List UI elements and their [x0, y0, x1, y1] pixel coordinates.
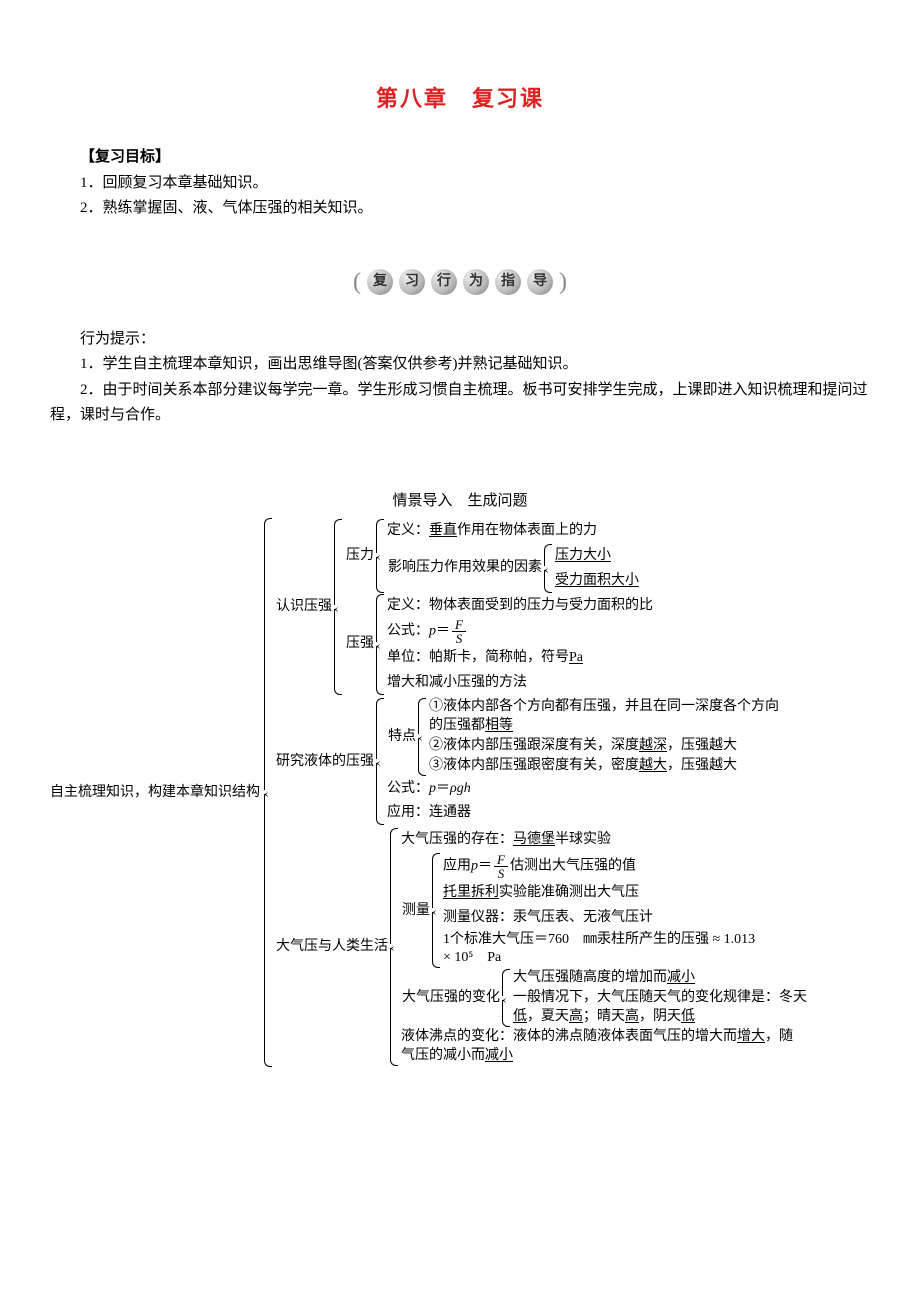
mindmap-root: 自主梳理知识，构建本章知识结构 [50, 781, 264, 805]
t: 应用 [443, 859, 471, 874]
tip-1: 1．学生自主梳理本章知识，画出思维导图(答案仅供参考)并熟记基础知识。 [50, 352, 870, 378]
bracket-icon [544, 544, 552, 593]
bracket-icon [334, 519, 342, 695]
blank-torricelli: 托里拆利 [443, 885, 499, 900]
blank-area-size: 受力面积大小 [554, 569, 640, 593]
review-goals-label: 【复习目标】 [50, 145, 870, 171]
blank-pa: Pa [569, 650, 583, 665]
t: 大气压强随高度的增加而 [513, 970, 667, 985]
bead-5: 指 [495, 269, 521, 295]
blank-decrease: 减小 [667, 970, 695, 985]
node-features: 特点 [386, 725, 418, 749]
blank-equal: 相等 [485, 718, 513, 733]
bead-1: 复 [367, 269, 393, 295]
bead-3: 行 [431, 269, 457, 295]
paren-left-icon: ( [353, 262, 361, 303]
node-factors: 影响压力作用效果的因素 [386, 556, 544, 580]
leaf-meas-4: 1个标准大气压＝760 ㎜汞柱所产生的压强 ≈ 1.013 × 10⁵ Pa [442, 931, 764, 969]
bracket-icon [390, 828, 398, 1066]
bracket-icon [432, 853, 440, 968]
goal-2: 2．熟练掌握固、液、气体压强的相关知识。 [50, 196, 870, 222]
bracket-icon [376, 519, 384, 592]
t: ，压强越大 [667, 758, 737, 773]
t: ；晴天 [583, 1009, 625, 1024]
blank-decrease2: 减小 [485, 1048, 513, 1063]
t: ，阴天 [639, 1009, 681, 1024]
leaf-yali-def: 定义：垂直作用在物体表面上的力 [386, 519, 640, 543]
leaf-pq-methods: 增大和减小压强的方法 [386, 671, 654, 695]
node-atm: 大气压与人类生活 [274, 935, 390, 959]
leaf-atm-exist: 大气压强的存在：马德堡半球实验 [400, 828, 814, 852]
leaf-meas-2: 托里拆利实验能准确测出大气压 [442, 881, 764, 905]
t: 估测出大气压强的值 [510, 859, 636, 874]
node-yali: 压力 [344, 544, 376, 568]
t: 一般情况下，大气压随天气的变化规律是：冬天 [513, 990, 807, 1005]
blank-sunny-high: 高 [625, 1009, 639, 1024]
bead-6: 导 [527, 269, 553, 295]
review-goals-label-text: 【复习目标】 [80, 149, 170, 165]
t: 公式： [387, 624, 429, 639]
t: 半球实验 [555, 832, 611, 847]
blank-winter-low: 低 [513, 1009, 527, 1024]
mindmap: 自主梳理知识，构建本章知识结构 认识压强 压力 定义：垂直作用在物体表面上的力 … [50, 518, 870, 1067]
leaf-pq-formula: 公式：p＝FS [386, 618, 654, 645]
leaf-meas-3: 测量仪器：汞气压表、无液气压计 [442, 906, 764, 930]
goal-1: 1．回顾复习本章基础知识。 [50, 171, 870, 197]
t: ①液体内部各个方向都有压强，并且在同一深度各个方向的压强都 [429, 699, 779, 733]
t: ，夏天 [527, 1009, 569, 1024]
subtitle-decor: ( 复 习 行 为 指 导 ) [50, 262, 870, 303]
tip-2: 2．由于时间关系本部分建议每学完一章。学生形成习惯自主梳理。板书可安排学生完成，… [50, 378, 870, 429]
t: 作用在物体表面上的力 [457, 523, 597, 538]
blank-force-size: 压力大小 [554, 544, 640, 568]
bracket-icon [376, 594, 384, 695]
blank-magdeburg: 马德堡 [513, 832, 555, 847]
page-title: 第八章 复习课 [50, 80, 870, 117]
t: 公式： [387, 781, 429, 796]
leaf-change-2: 一般情况下，大气压随天气的变化规律是：冬天低，夏天高；晴天高，阴天低 [512, 989, 814, 1027]
bracket-icon [376, 698, 384, 825]
leaf-liq-formula: 公式：p＝ρgh [386, 777, 790, 801]
leaf-change-1: 大气压强随高度的增加而减小 [512, 969, 814, 988]
node-measure: 测量 [400, 899, 432, 923]
leaf-liq-3: ③液体内部压强跟密度有关，密度越大，压强越大 [428, 757, 790, 776]
leaf-liq-1: ①液体内部各个方向都有压强，并且在同一深度各个方向的压强都相等 [428, 698, 790, 736]
leaf-pq-unit: 单位：帕斯卡，简称帕，符号Pa [386, 646, 654, 670]
t: ③液体内部压强跟密度有关，密度 [429, 758, 639, 773]
t: 液体沸点的变化：液体的沸点随液体表面气压的增大而 [401, 1029, 737, 1044]
t: ，压强越大 [667, 738, 737, 753]
node-yaqiang: 压强 [344, 632, 376, 656]
tips-label: 行为提示： [50, 327, 870, 353]
leaf-meas-1: 应用p＝FS估测出大气压强的值 [442, 853, 764, 880]
bracket-icon [264, 518, 272, 1067]
paren-right-icon: ) [559, 262, 567, 303]
scene-label: 情景导入 生成问题 [50, 489, 870, 515]
blank-vertical: 垂直 [429, 523, 457, 538]
node-liquid: 研究液体的压强 [274, 750, 376, 774]
leaf-liq-app: 应用：连通器 [386, 801, 790, 825]
leaf-pq-def: 定义：物体表面受到的压力与受力面积的比 [386, 594, 654, 618]
t: 单位：帕斯卡，简称帕，符号 [387, 650, 569, 665]
node-atm-change: 大气压强的变化 [400, 986, 502, 1010]
bracket-icon [418, 698, 426, 776]
blank-summer-high: 高 [569, 1009, 583, 1024]
node-renshi: 认识压强 [274, 595, 334, 619]
t: ②液体内部压强跟深度有关，深度 [429, 738, 639, 753]
leaf-boiling: 液体沸点的变化：液体的沸点随液体表面气压的增大而增大，随气压的减小而减小 [400, 1028, 802, 1066]
bracket-icon [502, 969, 510, 1027]
bead-2: 习 [399, 269, 425, 295]
blank-deeper: 越深 [639, 738, 667, 753]
tip-2-text: 2．由于时间关系本部分建议每学完一章。学生形成习惯自主梳理。板书可安排学生完成，… [50, 382, 868, 424]
t: 实验能准确测出大气压 [499, 885, 639, 900]
blank-increase: 增大 [737, 1029, 765, 1044]
t: 大气压强的存在： [401, 832, 513, 847]
bead-4: 为 [463, 269, 489, 295]
t: 定义： [387, 523, 429, 538]
leaf-liq-2: ②液体内部压强跟深度有关，深度越深，压强越大 [428, 737, 790, 756]
blank-denser: 越大 [639, 758, 667, 773]
blank-cloudy-low: 低 [681, 1009, 695, 1024]
